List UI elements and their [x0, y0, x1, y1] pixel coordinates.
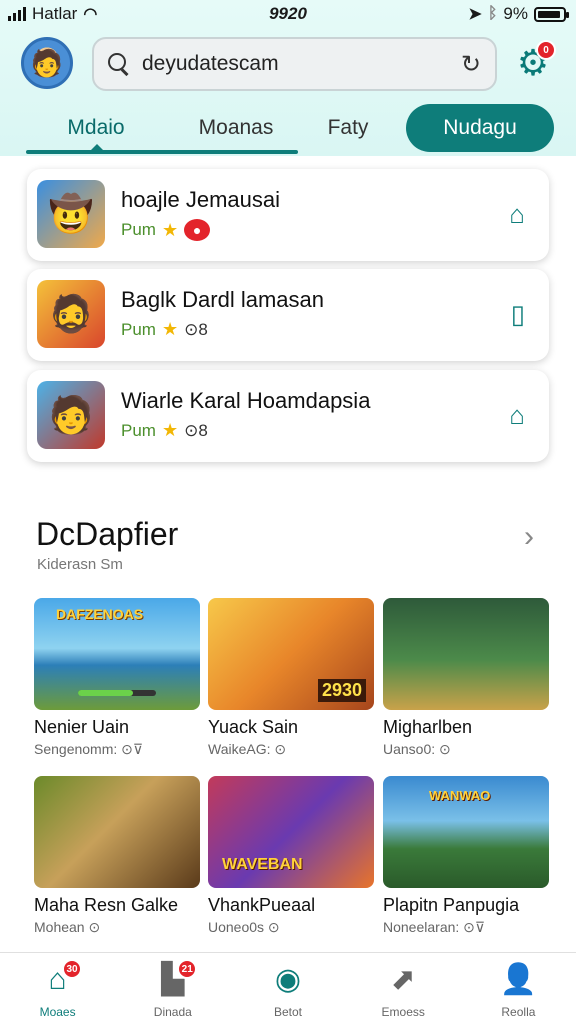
bluetooth-icon: ᛒ	[487, 5, 498, 22]
search-bar[interactable]: ↻	[92, 37, 497, 91]
game-name: Yuack Sain	[208, 717, 299, 737]
nav-item-games[interactable]: ◉ Betot	[230, 953, 345, 1024]
tab-3[interactable]: Faty	[278, 104, 418, 152]
game-image: WANWAO	[383, 776, 549, 888]
nav-item-profile[interactable]: 👤 Reolla	[461, 953, 576, 1024]
game-image	[383, 598, 549, 710]
game-developer: Mohean ⊙	[34, 919, 101, 935]
card-title: Baglk Dardl lamasan	[121, 287, 324, 312]
tab-1-label: Mdaio	[67, 116, 125, 139]
battery-fill	[538, 10, 560, 18]
tab-3-label: Faty	[327, 116, 369, 139]
game-tile[interactable]: DAFZENOAS Nenier Uain Sengenomm: ⊙⊽	[34, 598, 200, 758]
status-bar: Hatlar ◠ 9920 ➤ ᛒ 9%	[0, 0, 576, 28]
game-developer: Noneelaran: ⊙⊽	[383, 919, 486, 935]
nav-item-home[interactable]: ⌂ Moaes 30	[0, 953, 115, 1024]
nav-label: Dinada	[153, 1005, 192, 1019]
nav-badge: 21	[177, 959, 198, 979]
game-thumbnail: 🤠	[37, 180, 105, 248]
game-thumbnail: 🧑	[37, 381, 105, 449]
star-icon: ★	[161, 319, 179, 339]
card-meta-label: Pum	[121, 319, 156, 339]
card-meta-label: Pum	[121, 420, 156, 440]
game-image	[34, 776, 200, 888]
tab-4-label: Nudagu	[443, 116, 517, 139]
avatar[interactable]: 🧑	[21, 37, 73, 89]
game-tile[interactable]: WAVEBAN VhankPueaal Uoneo0s ⊙	[208, 776, 374, 936]
settings-badge: 0	[536, 40, 556, 60]
nav-label: Reolla	[501, 1005, 536, 1019]
game-tile[interactable]: 2930 Yuack Sain WaikeAG: ⊙	[208, 598, 374, 758]
location-icon: ➤	[468, 6, 482, 23]
nav-label: Moaes	[39, 1005, 76, 1019]
tab-4[interactable]: Nudagu	[406, 104, 554, 152]
game-banner: 2930	[317, 679, 366, 702]
game-image: 2930	[208, 598, 374, 710]
featured-card[interactable]: 🤠 hoajle Jemausai Pum ★ ● ⌂	[27, 169, 549, 261]
card-title: Wiarle Karal Hoamdapsia	[121, 388, 371, 413]
game-developer: WaikeAG: ⊙	[208, 741, 287, 757]
game-developer: Uoneo0s ⊙	[208, 919, 280, 935]
star-icon: ★	[161, 420, 179, 440]
game-banner: DAFZENOAS	[56, 606, 144, 622]
card-meta: Pum ★ ⊙8	[121, 420, 208, 441]
game-image: WAVEBAN	[208, 776, 374, 888]
game-tile[interactable]: Migharlben Uanso0: ⊙	[383, 598, 549, 758]
section-title: DcDapfier	[36, 516, 179, 552]
document-icon[interactable]: ▯	[511, 299, 525, 330]
tab-underline	[26, 150, 298, 154]
avatar-face-icon: 🧑	[30, 47, 64, 78]
progress-bar	[78, 690, 156, 696]
nav-item-explore[interactable]: ⬈ Emoess	[346, 953, 461, 1024]
game-banner: WAVEBAN	[222, 856, 303, 873]
featured-card[interactable]: 🧔 Baglk Dardl lamasan Pum ★ ⊙8 ▯	[27, 269, 549, 361]
search-input[interactable]	[142, 52, 461, 76]
bookmark-icon[interactable]: ⌂	[509, 400, 525, 431]
nav-item-library[interactable]: ▙ Dinada 21	[115, 953, 230, 1024]
game-tile[interactable]: Maha Resn Galke Mohean ⊙	[34, 776, 200, 936]
card-title: hoajle Jemausai	[121, 187, 280, 212]
nav-label: Betot	[273, 1005, 303, 1019]
share-icon: ⬈	[390, 963, 416, 996]
game-developer: Sengenomm: ⊙⊽	[34, 741, 144, 757]
game-name: Nenier Uain	[34, 717, 130, 737]
game-developer: Uanso0: ⊙	[383, 741, 451, 757]
home-outline-icon[interactable]: ⌂	[509, 199, 525, 230]
card-meta: Pum ★ ⊙8	[121, 319, 208, 340]
game-name: Plapitn Panpugia	[383, 895, 520, 915]
game-name: VhankPueaal	[208, 895, 316, 915]
card-meta-label: Pum	[121, 220, 156, 239]
battery-icon	[534, 6, 569, 22]
refresh-icon[interactable]: ↻	[461, 50, 481, 79]
hot-icon: ●	[184, 219, 211, 241]
nav-badge: 30	[62, 959, 82, 979]
battery-percent: 9%	[503, 4, 528, 23]
game-banner: WANWAO	[429, 788, 491, 803]
chevron-right-icon[interactable]: ›	[524, 520, 534, 554]
nav-label: Emoess	[381, 1005, 425, 1019]
featured-card[interactable]: 🧑 Wiarle Karal Hoamdapsia Pum ★ ⊙8 ⌂	[27, 370, 549, 462]
game-tile[interactable]: WANWAO Plapitn Panpugia Noneelaran: ⊙⊽	[383, 776, 549, 936]
game-name: Maha Resn Galke	[34, 895, 179, 915]
game-name: Migharlben	[383, 717, 473, 737]
card-extra: ⊙8	[184, 319, 208, 339]
section-subtitle: Kiderasn Sm	[37, 556, 123, 573]
status-right: ➤ ᛒ 9%	[468, 4, 569, 24]
card-extra: ⊙8	[184, 420, 208, 440]
profile-icon: 👤	[499, 963, 538, 996]
game-image: DAFZENOAS	[34, 598, 200, 710]
gamepad-icon: ◉	[274, 963, 302, 996]
star-icon: ★	[161, 219, 179, 240]
game-thumbnail: 🧔	[37, 280, 105, 348]
search-icon	[108, 53, 130, 75]
card-meta: Pum ★ ●	[121, 219, 211, 241]
tab-2-label: Moanas	[198, 116, 274, 139]
bottom-nav: ⌂ Moaes 30 ▙ Dinada 21 ◉ Betot ⬈ Emoess …	[0, 952, 576, 1024]
